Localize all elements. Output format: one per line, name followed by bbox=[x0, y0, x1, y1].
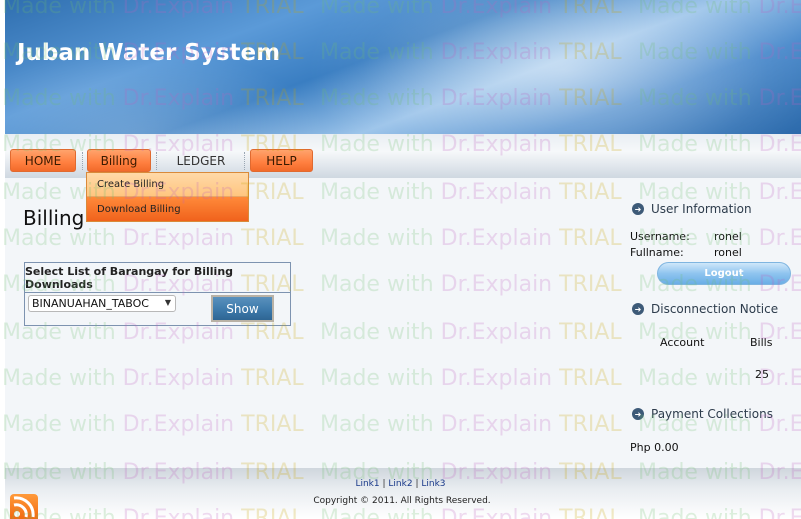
footer-link-3[interactable]: Link3 bbox=[421, 479, 445, 489]
chevron-down-icon: ▼ bbox=[164, 298, 171, 307]
footer-links: Link1 | Link2 | Link3 bbox=[0, 479, 801, 489]
logout-button[interactable]: Logout bbox=[657, 262, 791, 285]
link-separator: | bbox=[415, 479, 419, 489]
bills-count: 25 bbox=[755, 368, 769, 381]
disconnection-title: Disconnection Notice bbox=[651, 302, 779, 316]
menu-item-create-billing[interactable]: Create Billing bbox=[87, 173, 248, 197]
site-title: Juban Water System bbox=[17, 40, 281, 66]
footer-link-1[interactable]: Link1 bbox=[355, 479, 379, 489]
nav-separator bbox=[244, 152, 245, 170]
payment-title: Payment Collections bbox=[651, 407, 773, 421]
circle-arrow-right-icon: ➜ bbox=[632, 408, 644, 420]
page-title: Billing bbox=[23, 206, 85, 230]
panel-title: Select List of Barangay for Billing Down… bbox=[25, 263, 290, 293]
username-label: Username: bbox=[630, 230, 690, 243]
payment-amount: Php 0.00 bbox=[630, 441, 679, 454]
username-value: ronel bbox=[714, 230, 742, 243]
rss-icon[interactable] bbox=[10, 494, 38, 519]
user-info-title: User Information bbox=[651, 202, 752, 216]
nav-help[interactable]: HELP bbox=[250, 149, 313, 172]
nav-billing[interactable]: Billing bbox=[87, 149, 151, 172]
footer-link-2[interactable]: Link2 bbox=[388, 479, 412, 489]
circle-arrow-right-icon: ➜ bbox=[632, 303, 644, 315]
footer bbox=[5, 468, 801, 519]
show-button[interactable]: Show bbox=[211, 295, 274, 322]
header-banner: Juban Water System bbox=[5, 0, 801, 134]
nav-ledger[interactable]: LEDGER bbox=[166, 149, 236, 172]
copyright-text: Copyright © 2011. All Rights Reserved. bbox=[313, 496, 491, 506]
fullname-label: Fullname: bbox=[630, 246, 684, 259]
link-separator: | bbox=[382, 479, 386, 489]
fullname-value: ronel bbox=[714, 246, 742, 259]
nav-home[interactable]: HOME bbox=[10, 149, 76, 172]
nav-separator bbox=[82, 152, 83, 170]
barangay-select[interactable]: BINANUAHAN_TABOC ▼ bbox=[28, 295, 176, 312]
bills-column-header: Bills bbox=[750, 336, 773, 349]
payment-heading: ➜ Payment Collections bbox=[632, 407, 773, 421]
circle-arrow-right-icon: ➜ bbox=[632, 203, 644, 215]
account-column-header: Account bbox=[660, 336, 705, 349]
billing-dropdown-menu: Create Billing Download Billing bbox=[86, 172, 249, 222]
nav-separator bbox=[156, 152, 157, 170]
user-info-heading: ➜ User Information bbox=[632, 202, 752, 216]
menu-item-download-billing[interactable]: Download Billing bbox=[87, 197, 248, 221]
barangay-select-value: BINANUAHAN_TABOC bbox=[32, 297, 149, 310]
disconnection-heading: ➜ Disconnection Notice bbox=[632, 302, 778, 316]
